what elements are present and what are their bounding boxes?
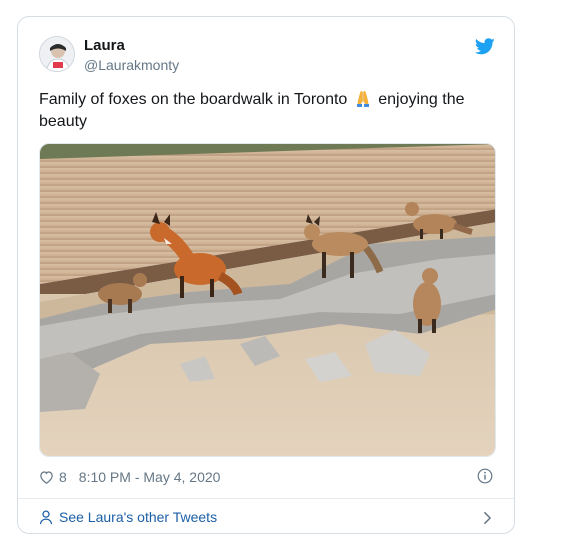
twitter-bird-icon[interactable] — [475, 38, 495, 55]
author-avatar[interactable] — [39, 36, 75, 72]
heart-icon[interactable] — [39, 470, 54, 484]
see-other-tweets-link[interactable]: See Laura's other Tweets — [39, 507, 217, 527]
chevron-right-icon[interactable] — [483, 511, 492, 525]
tweet-card: Laura @Laurakmonty Family of foxes on th… — [17, 16, 515, 534]
fox-family-photo — [40, 144, 495, 456]
like-count[interactable]: 8 — [59, 469, 67, 485]
tweet-photo[interactable] — [39, 143, 496, 457]
tweet-meta: 8 8:10 PM - May 4, 2020 — [39, 467, 220, 487]
see-other-tweets-label: See Laura's other Tweets — [59, 509, 218, 525]
author-name[interactable]: Laura — [84, 37, 125, 54]
tweet-text-part-1: Family of foxes on the boardwalk in Toro… — [39, 91, 348, 108]
info-icon[interactable] — [477, 468, 493, 484]
folded-hands-emoji-icon — [356, 91, 369, 107]
tweet-timestamp[interactable]: 8:10 PM - May 4, 2020 — [79, 469, 221, 485]
tweet-text: Family of foxes on the boardwalk in Toro… — [39, 89, 479, 133]
user-icon — [39, 510, 53, 524]
avatar-image — [40, 37, 74, 71]
author-handle[interactable]: @Laurakmonty — [84, 57, 179, 73]
footer-divider — [18, 498, 514, 499]
